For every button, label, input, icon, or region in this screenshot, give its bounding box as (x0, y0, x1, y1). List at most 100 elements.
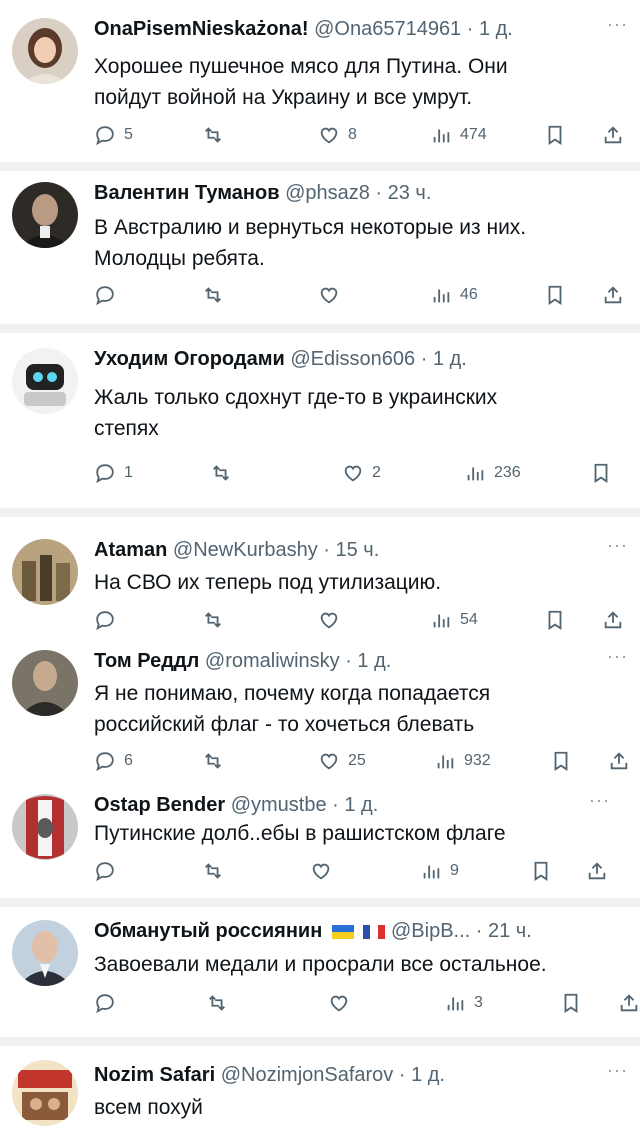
reply-button[interactable] (94, 988, 116, 1018)
reply-button[interactable]: 6 (94, 746, 133, 776)
bookmark-button[interactable] (590, 458, 612, 488)
like-button[interactable] (318, 605, 340, 635)
tweet-5[interactable]: Том Реддл @romaliwinsky · 1 д. ··· Я не … (0, 646, 640, 784)
author-handle[interactable]: @ymustbe · 1 д. (231, 794, 379, 816)
author-name[interactable]: Nozim Safari (94, 1064, 215, 1086)
avatar[interactable] (12, 348, 78, 414)
tweet-text: Завоевали медали и просрали все остально… (94, 953, 547, 976)
author-handle[interactable]: @BipB... · 21 ч. (391, 920, 532, 942)
retweet-button[interactable] (206, 988, 228, 1018)
tweet-text: В Австралию и вернуться некоторые из них… (94, 216, 527, 270)
avatar[interactable] (12, 182, 78, 248)
more-icon[interactable]: ··· (607, 14, 628, 34)
views-count: 9 (450, 862, 459, 879)
share-button[interactable] (602, 120, 624, 150)
like-button[interactable]: 25 (318, 746, 366, 776)
like-button[interactable] (310, 856, 332, 886)
views-button[interactable]: 46 (430, 280, 478, 310)
tweet-4[interactable]: Ataman @NewKurbashy · 15 ч. ··· На СВО и… (0, 535, 640, 635)
author-name[interactable]: Валентин Туманов (94, 182, 280, 204)
retweet-button[interactable] (202, 605, 224, 635)
author-name[interactable]: OnaPisemNieskażona! (94, 18, 309, 40)
more-icon[interactable]: ··· (607, 535, 628, 555)
avatar[interactable] (12, 920, 78, 986)
reply-icon (94, 750, 116, 772)
bookmark-icon (530, 860, 552, 882)
share-button[interactable] (602, 605, 624, 635)
more-icon[interactable]: ··· (607, 1060, 628, 1080)
avatar[interactable] (12, 539, 78, 605)
tweet-text: Я не понимаю, почему когда попадается ро… (94, 682, 491, 736)
action-bar: 1 2 236 (94, 458, 640, 488)
views-button[interactable]: 236 (464, 458, 521, 488)
author-name[interactable]: Уходим Огородами (94, 348, 285, 370)
reply-button[interactable] (94, 856, 116, 886)
retweet-button[interactable] (202, 120, 224, 150)
tweet-1[interactable]: OnaPisemNieskażona! @Ona65714961 · 1 д. … (0, 14, 640, 162)
views-button[interactable]: 3 (444, 988, 483, 1018)
tweet-text: Путинские долб..ебы в рашистском флаге (94, 822, 506, 845)
bookmark-button[interactable] (544, 280, 566, 310)
author-name[interactable]: Ataman (94, 539, 167, 561)
views-button[interactable]: 474 (430, 120, 487, 150)
author-handle[interactable]: @NewKurbashy · 15 ч. (173, 539, 379, 561)
like-button[interactable]: 2 (342, 458, 381, 488)
like-icon (318, 124, 340, 146)
share-button[interactable] (602, 280, 624, 310)
author-handle[interactable]: @Edisson606 · 1 д. (290, 348, 467, 370)
bookmark-button[interactable] (530, 856, 552, 886)
author-handle[interactable]: @romaliwinsky · 1 д. (205, 650, 391, 672)
author-handle[interactable]: @NozimjonSafarov · 1 д. (221, 1064, 445, 1086)
tweet-6[interactable]: Ostap Bender @ymustbe · 1 д. ··· Путинск… (0, 790, 640, 890)
tweet-8[interactable]: Nozim Safari @NozimjonSafarov · 1 д. ···… (0, 1060, 640, 1133)
tweet-2[interactable]: Валентин Туманов @phsaz8 · 23 ч. В Австр… (0, 178, 640, 324)
reply-button[interactable]: 1 (94, 458, 133, 488)
avatar[interactable] (12, 1060, 78, 1126)
retweet-button[interactable] (210, 458, 232, 488)
reply-button[interactable]: 5 (94, 120, 133, 150)
bookmark-button[interactable] (550, 746, 572, 776)
share-button[interactable] (586, 856, 608, 886)
reply-button[interactable] (94, 605, 116, 635)
author-name[interactable]: Обманутый россиянин (94, 920, 322, 942)
reply-icon (94, 462, 116, 484)
views-button[interactable]: 54 (430, 605, 478, 635)
action-bar: 9 (94, 856, 640, 886)
more-icon[interactable]: ··· (589, 790, 610, 810)
like-icon (328, 992, 350, 1014)
action-bar: 54 (94, 605, 640, 635)
like-button[interactable] (318, 280, 340, 310)
views-count: 932 (464, 752, 491, 769)
retweet-button[interactable] (202, 280, 224, 310)
avatar[interactable] (12, 794, 78, 860)
retweet-icon (202, 609, 224, 631)
more-icon[interactable]: ··· (607, 646, 628, 666)
share-button[interactable] (618, 988, 640, 1018)
tweet-7[interactable]: Обманутый россиянин @BipB... · 21 ч. Зав… (0, 916, 640, 1026)
reply-button[interactable] (94, 280, 116, 310)
bookmark-button[interactable] (544, 605, 566, 635)
retweet-button[interactable] (202, 746, 224, 776)
retweet-button[interactable] (202, 856, 224, 886)
author-handle[interactable]: @Ona65714961 · 1 д. (314, 18, 513, 40)
views-icon (430, 284, 452, 306)
like-button[interactable]: 8 (318, 120, 357, 150)
avatar[interactable] (12, 650, 78, 716)
author-name[interactable]: Том Реддл (94, 650, 199, 672)
author-name[interactable]: Ostap Bender (94, 794, 225, 816)
avatar[interactable] (12, 18, 78, 84)
share-icon (602, 284, 624, 306)
like-button[interactable] (328, 988, 350, 1018)
views-button[interactable]: 932 (434, 746, 491, 776)
like-count: 2 (372, 464, 381, 481)
bookmark-button[interactable] (560, 988, 582, 1018)
author-handle[interactable]: @phsaz8 · 23 ч. (285, 182, 431, 204)
separator (0, 898, 640, 907)
tweet-3[interactable]: Уходим Огородами @Edisson606 · 1 д. Жаль… (0, 344, 640, 506)
like-icon (318, 750, 340, 772)
bookmark-button[interactable] (544, 120, 566, 150)
views-button[interactable]: 9 (420, 856, 459, 886)
share-button[interactable] (608, 746, 630, 776)
like-count: 8 (348, 126, 357, 143)
tweet-text: Хорошее пушечное мясо для Путина. Они по… (94, 55, 508, 109)
